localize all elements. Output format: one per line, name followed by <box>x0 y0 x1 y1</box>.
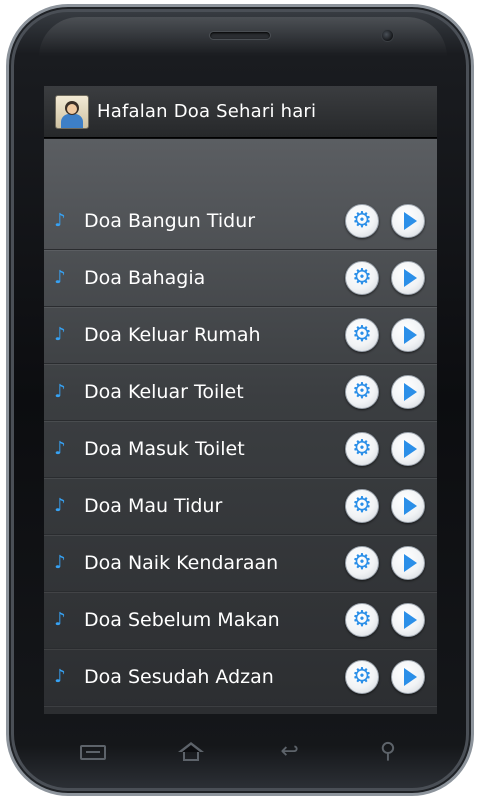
earpiece-speaker <box>209 31 271 40</box>
list-item[interactable]: ♪ Doa Sebelum Makan ⚙ <box>44 592 437 650</box>
play-button[interactable] <box>391 375 425 409</box>
list-item[interactable]: ♪ Doa Keluar Rumah ⚙ <box>44 307 437 365</box>
play-icon <box>403 611 417 629</box>
play-icon <box>403 269 417 287</box>
back-key[interactable]: ↩ <box>270 732 310 772</box>
music-note-icon: ♪ <box>54 381 66 402</box>
list-item[interactable]: ♪ Doa Bangun Tidur ⚙ <box>44 193 437 251</box>
play-button[interactable] <box>391 660 425 694</box>
gear-icon: ⚙ <box>352 379 372 404</box>
settings-button[interactable]: ⚙ <box>345 546 379 580</box>
play-button[interactable] <box>391 603 425 637</box>
music-note-icon: ♪ <box>54 324 66 345</box>
music-note-icon: ♪ <box>54 495 66 516</box>
list-item[interactable]: ♪ Doa Keluar Toilet ⚙ <box>44 364 437 422</box>
front-camera <box>381 29 394 42</box>
list-item-label: Doa Mau Tidur <box>84 495 223 517</box>
music-note-icon: ♪ <box>54 552 66 573</box>
app-icon[interactable] <box>55 94 89 129</box>
gear-icon: ⚙ <box>352 208 372 233</box>
list-item-label: Doa Bangun Tidur <box>84 210 256 232</box>
list-item[interactable]: ♪ Doa Bahagia ⚙ <box>44 250 437 308</box>
gear-icon: ⚙ <box>352 436 372 461</box>
play-button[interactable] <box>391 432 425 466</box>
content-area: ♪ Doa Bangun Tidur ⚙ ♪ Doa Bahagia ⚙ ♪ Doa Kelu… <box>44 139 437 714</box>
list-item-label: Doa Naik Kendaraan <box>84 552 279 574</box>
gear-icon: ⚙ <box>352 322 372 347</box>
hardware-nav-bar: ↩ ⚲ <box>44 724 437 780</box>
list-item-label: Doa Keluar Rumah <box>84 324 261 346</box>
settings-button[interactable]: ⚙ <box>345 318 379 352</box>
play-icon <box>403 440 417 458</box>
list-item-label: Doa Sesudah Adzan <box>84 666 274 688</box>
gear-icon: ⚙ <box>352 550 372 575</box>
gear-icon: ⚙ <box>352 607 372 632</box>
home-icon <box>177 742 205 762</box>
list-item-label: Doa Bahagia <box>84 267 206 289</box>
list-item-label: Doa Masuk Toilet <box>84 438 245 460</box>
list-item[interactable]: ♪ Doa Sesudah Adzan ⚙ <box>44 649 437 707</box>
play-icon <box>403 212 417 230</box>
gear-icon: ⚙ <box>352 265 372 290</box>
play-icon <box>403 554 417 572</box>
play-button[interactable] <box>391 546 425 580</box>
gear-icon: ⚙ <box>352 664 372 689</box>
app-title: Hafalan Doa Sehari hari <box>97 101 317 122</box>
list-item-label: Doa Keluar Toilet <box>84 381 244 403</box>
play-button[interactable] <box>391 489 425 523</box>
menu-icon <box>80 744 107 760</box>
menu-key[interactable] <box>73 732 113 772</box>
play-icon <box>403 497 417 515</box>
back-icon: ↩ <box>280 739 299 764</box>
settings-button[interactable]: ⚙ <box>345 603 379 637</box>
settings-button[interactable]: ⚙ <box>345 489 379 523</box>
list-item[interactable]: ♪ Doa Mau Tidur ⚙ <box>44 478 437 536</box>
music-note-icon: ♪ <box>54 438 66 459</box>
music-note-icon: ♪ <box>54 609 66 630</box>
settings-button[interactable]: ⚙ <box>345 375 379 409</box>
gear-icon: ⚙ <box>352 493 372 518</box>
search-key[interactable]: ⚲ <box>368 732 408 772</box>
music-note-icon: ♪ <box>54 267 66 288</box>
music-note-icon: ♪ <box>54 210 66 231</box>
play-icon <box>403 668 417 686</box>
music-note-icon: ♪ <box>54 666 66 687</box>
settings-button[interactable]: ⚙ <box>345 204 379 238</box>
settings-button[interactable]: ⚙ <box>345 432 379 466</box>
search-icon: ⚲ <box>379 739 396 764</box>
settings-button[interactable]: ⚙ <box>345 261 379 295</box>
list-item[interactable]: ♪ Doa Naik Kendaraan ⚙ <box>44 535 437 593</box>
list-item[interactable]: ♪ Doa Masuk Toilet ⚙ <box>44 421 437 479</box>
play-icon <box>403 383 417 401</box>
settings-button[interactable]: ⚙ <box>345 660 379 694</box>
home-key[interactable] <box>171 732 211 772</box>
app-screen: Hafalan Doa Sehari hari ♪ Doa Bangun Tidu… <box>44 86 437 714</box>
list-item-label: Doa Sebelum Makan <box>84 609 280 631</box>
play-button[interactable] <box>391 318 425 352</box>
action-bar: Hafalan Doa Sehari hari <box>44 86 437 138</box>
doa-list: ♪ Doa Bangun Tidur ⚙ ♪ Doa Bahagia ⚙ ♪ Doa Kelu… <box>44 193 437 707</box>
play-button[interactable] <box>391 204 425 238</box>
play-button[interactable] <box>391 261 425 295</box>
play-icon <box>403 326 417 344</box>
